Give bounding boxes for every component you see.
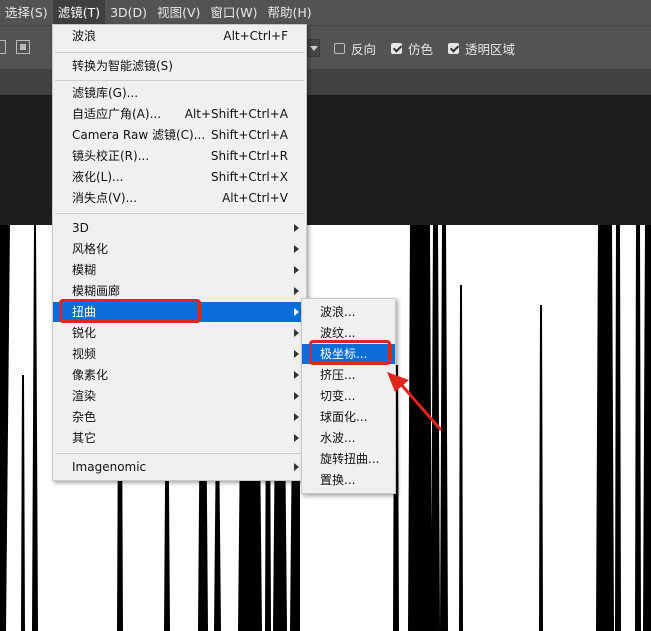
tool-mode-icon[interactable] <box>0 40 6 54</box>
submenu-arrow-icon <box>294 308 299 316</box>
menu-item-filter-gallery[interactable]: 滤镜库(G)... <box>53 83 306 103</box>
distort-submenu: 波浪... 波纹... 极坐标... 挤压... 切变... 球面化... 水波… <box>301 298 396 494</box>
menu-item-stylize[interactable]: 风格化 <box>53 239 306 259</box>
menu-bar: 选择(S) 滤镜(T) 3D(D) 视图(V) 窗口(W) 帮助(H) <box>0 0 651 25</box>
menu-item-pixelate[interactable]: 像素化 <box>53 365 306 385</box>
submenu-item-shear[interactable]: 切变... <box>302 386 395 406</box>
menu-item-render[interactable]: 渲染 <box>53 386 306 406</box>
invert-checkbox[interactable]: 反向 <box>334 40 377 57</box>
menu-item-other[interactable]: 其它 <box>53 428 306 448</box>
submenu-arrow-icon <box>294 392 299 400</box>
submenu-arrow-icon <box>294 266 299 274</box>
dropdown-arrow-icon[interactable] <box>306 39 320 57</box>
menu-item-liquify[interactable]: 液化(L)... Shift+Ctrl+X <box>53 167 306 187</box>
menu-separator <box>55 453 304 454</box>
submenu-arrow-icon <box>294 245 299 253</box>
menu-3d[interactable]: 3D(D) <box>105 0 152 25</box>
submenu-arrow-icon <box>294 371 299 379</box>
submenu-item-zigzag[interactable]: 水波... <box>302 428 395 448</box>
menu-separator <box>55 52 304 53</box>
menu-separator <box>55 213 304 214</box>
transparency-checkbox-box[interactable] <box>448 42 459 54</box>
transparency-checkbox[interactable]: 透明区域 <box>448 40 516 57</box>
submenu-item-spherize[interactable]: 球面化... <box>302 407 395 427</box>
transparency-label: 透明区域 <box>465 41 516 57</box>
menu-item-noise[interactable]: 杂色 <box>53 407 306 427</box>
menu-item-camera-raw[interactable]: Camera Raw 滤镜(C)... Shift+Ctrl+A <box>53 125 306 145</box>
dither-label: 仿色 <box>408 41 434 57</box>
menu-item-vanishing-point[interactable]: 消失点(V)... Alt+Ctrl+V <box>53 188 306 208</box>
gradient-type-icon[interactable] <box>16 40 30 54</box>
submenu-arrow-icon <box>294 463 299 471</box>
dither-checkbox[interactable]: 仿色 <box>391 40 434 57</box>
menu-item-imagenomic[interactable]: Imagenomic <box>53 457 306 477</box>
menu-filter[interactable]: 滤镜(T) <box>52 0 106 25</box>
menu-help[interactable]: 帮助(H) <box>263 0 317 25</box>
submenu-arrow-icon <box>294 434 299 442</box>
menu-select[interactable]: 选择(S) <box>0 0 53 25</box>
invert-checkbox-box[interactable] <box>334 42 345 54</box>
submenu-item-twirl[interactable]: 旋转扭曲... <box>302 449 395 469</box>
menu-window[interactable]: 窗口(W) <box>205 0 262 25</box>
menu-item-convert-smart-filter[interactable]: 转换为智能滤镜(S) <box>53 56 306 76</box>
submenu-arrow-icon <box>294 413 299 421</box>
menu-item-blur[interactable]: 模糊 <box>53 260 306 280</box>
submenu-arrow-icon <box>294 350 299 358</box>
menu-item-adaptive-wide-angle[interactable]: 自适应广角(A)... Alt+Shift+Ctrl+A <box>53 104 306 124</box>
submenu-item-pinch[interactable]: 挤压... <box>302 365 395 385</box>
submenu-arrow-icon <box>294 287 299 295</box>
annotation-arrow-icon <box>387 372 443 431</box>
highlight-box-polar-coordinates <box>309 340 391 365</box>
filter-menu: 波浪 Alt+Ctrl+F 转换为智能滤镜(S) 滤镜库(G)... 自适应广角… <box>52 24 307 481</box>
menu-view[interactable]: 视图(V) <box>152 0 205 25</box>
highlight-box-distort <box>59 299 201 323</box>
menu-item-lens-correction[interactable]: 镜头校正(R)... Shift+Ctrl+R <box>53 146 306 166</box>
menu-item-sharpen[interactable]: 锐化 <box>53 323 306 343</box>
menu-item-video[interactable]: 视频 <box>53 344 306 364</box>
submenu-item-wave[interactable]: 波浪... <box>302 302 395 322</box>
submenu-arrow-icon <box>294 329 299 337</box>
menu-separator <box>55 80 304 81</box>
submenu-item-displace[interactable]: 置换... <box>302 470 395 490</box>
invert-label: 反向 <box>351 41 377 57</box>
dither-checkbox-box[interactable] <box>391 42 402 54</box>
submenu-arrow-icon <box>294 224 299 232</box>
menu-item-3d[interactable]: 3D <box>53 218 306 238</box>
menu-item-last-filter[interactable]: 波浪 Alt+Ctrl+F <box>53 26 306 46</box>
menu-item-blur-gallery[interactable]: 模糊画廊 <box>53 281 306 301</box>
